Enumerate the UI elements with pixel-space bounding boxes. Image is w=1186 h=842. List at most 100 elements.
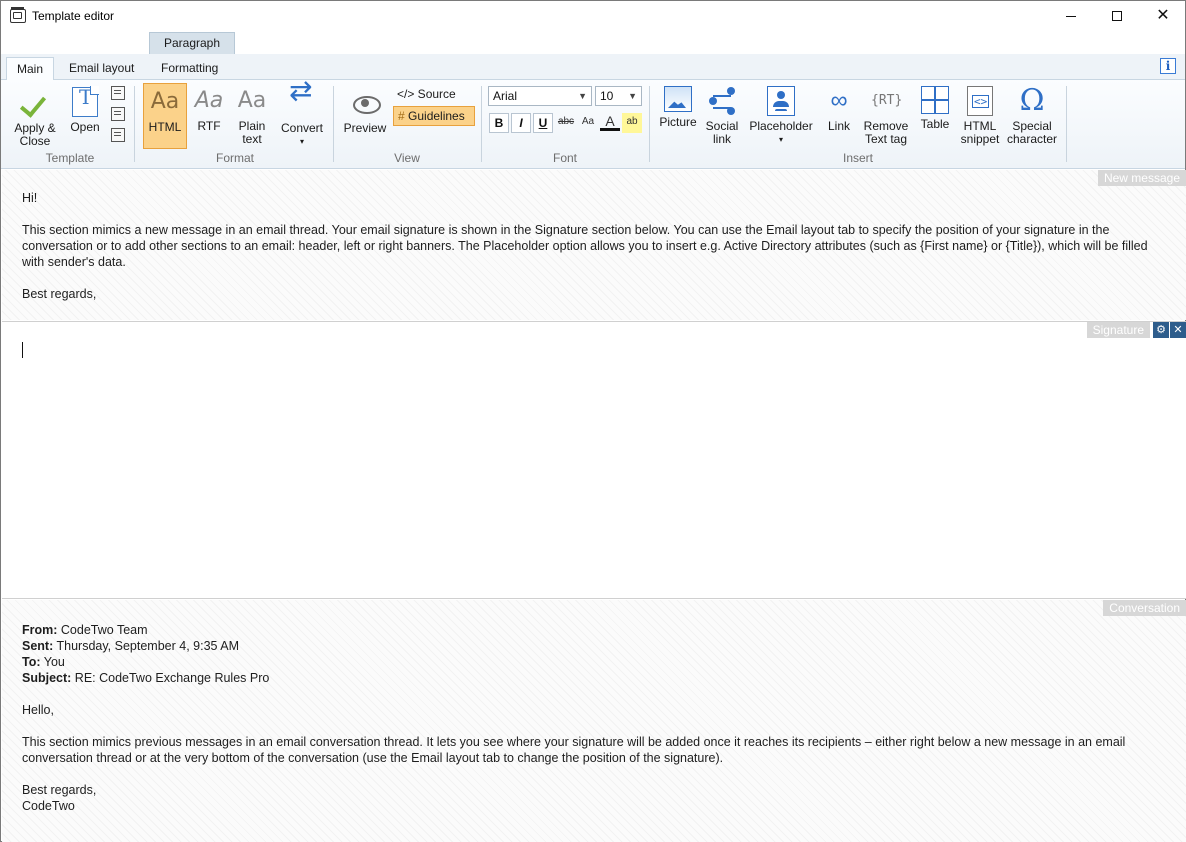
grid-icon: # <box>398 109 405 123</box>
new-message-section[interactable]: New message Hi! This section mimics a ne… <box>2 170 1186 320</box>
html-snippet-icon: <> <box>967 86 993 116</box>
export-template-icon[interactable] <box>111 128 125 142</box>
remove-label-2: Text tag <box>864 132 908 146</box>
tab-formatting[interactable]: Formatting <box>151 57 228 80</box>
preview-button[interactable]: Preview <box>341 88 389 135</box>
conversation-sent: Thursday, September 4, 9:35 AM <box>56 639 240 653</box>
context-tab-paragraph[interactable]: Paragraph <box>149 32 235 54</box>
preview-label: Preview <box>343 121 387 135</box>
convert-arrows-icon <box>287 84 317 118</box>
rtf-label: RTF <box>197 119 221 133</box>
maximize-button[interactable] <box>1094 1 1140 31</box>
group-divider <box>649 86 650 162</box>
tab-main[interactable]: Main <box>6 57 55 81</box>
font-color-button[interactable]: A <box>600 113 620 131</box>
info-icon[interactable]: i <box>1160 58 1176 74</box>
conversation-sent-line: Sent: Thursday, September 4, 9:35 AM <box>22 639 240 653</box>
table-label: Table <box>920 117 950 131</box>
special-label-2: character <box>1006 132 1058 146</box>
highlight-button[interactable]: ab <box>622 113 642 133</box>
minimize-button[interactable] <box>1048 1 1094 31</box>
insert-html-snippet-button[interactable]: <> HTML snippet <box>957 86 1003 146</box>
conversation-to-line: To: You <box>22 655 65 669</box>
underline-button[interactable]: U <box>533 113 553 133</box>
new-message-content: Hi! This section mimics a new message in… <box>22 190 1162 302</box>
social-label-2: link <box>712 132 731 146</box>
section-label-signature: Signature <box>1086 322 1150 338</box>
signature-section[interactable]: Signature ⚙ ✕ <box>2 321 1186 599</box>
conversation-content: From: CodeTwo Team Sent: Thursday, Septe… <box>22 622 1162 814</box>
font-size-select[interactable]: 10 ▼ <box>595 86 642 106</box>
chevron-down-icon: ▼ <box>578 91 587 101</box>
picture-label: Picture <box>659 115 697 129</box>
minimize-icon <box>1066 15 1076 17</box>
signature-settings-gear-icon[interactable]: ⚙ <box>1153 322 1169 338</box>
share-icon <box>707 86 737 116</box>
insert-social-link-button[interactable]: Social link <box>703 86 741 146</box>
font-family-select[interactable]: Arial ▼ <box>488 86 592 106</box>
save-template-icon[interactable] <box>111 86 125 100</box>
strikethrough-button[interactable]: abc <box>556 113 576 133</box>
font-size-value: 10 <box>600 89 614 103</box>
format-plain-text-button[interactable]: Aa Plain text <box>233 86 271 146</box>
window-title: Template editor <box>32 9 115 23</box>
format-html-button[interactable]: Aa HTML <box>143 83 187 149</box>
insert-special-character-button[interactable]: Ω Special character <box>1006 86 1058 146</box>
insert-picture-button[interactable]: Picture <box>657 86 699 129</box>
conversation-subject: RE: CodeTwo Exchange Rules Pro <box>74 671 270 685</box>
html-format-icon: Aa <box>150 89 180 114</box>
snippet-label-2: snippet <box>960 132 1000 146</box>
tab-email-layout[interactable]: Email layout <box>59 57 144 80</box>
conversation-closing: Best regards, <box>22 783 97 797</box>
conversation-subject-line: Subject: RE: CodeTwo Exchange Rules Pro <box>22 671 270 685</box>
convert-button[interactable]: Convert ▾ <box>277 84 327 148</box>
conversation-from-line: From: CodeTwo Team <box>22 623 148 637</box>
ribbon-tabstrip: Main Email layout Formatting i <box>1 54 1185 81</box>
eye-icon <box>350 88 381 118</box>
open-button[interactable]: T Open <box>67 86 103 134</box>
new-message-greeting: Hi! <box>22 191 38 205</box>
open-label: Open <box>70 120 100 134</box>
group-divider <box>134 86 135 162</box>
guidelines-button[interactable]: # Guidelines <box>393 106 475 126</box>
chevron-down-icon: ▼ <box>628 91 637 101</box>
import-template-icon[interactable] <box>111 107 125 121</box>
source-button[interactable]: </> Source <box>393 85 460 105</box>
bold-button[interactable]: B <box>489 113 509 133</box>
insert-placeholder-button[interactable]: Placeholder ▾ <box>747 86 815 146</box>
italic-button[interactable]: I <box>511 113 531 133</box>
placeholder-dropdown-icon: ▾ <box>778 135 783 144</box>
conversation-body: This section mimics previous messages in… <box>22 735 1126 765</box>
remove-text-tag-button[interactable]: {RT} Remove Text tag <box>861 86 911 146</box>
format-rtf-button[interactable]: Aa RTF <box>191 86 227 133</box>
open-template-icon: T <box>72 86 99 117</box>
template-editor-window: Template editor ✕ Paragraph Main Email l… <box>0 0 1186 842</box>
insert-link-button[interactable]: ∞ Link <box>821 86 857 133</box>
new-message-closing: Best regards, <box>22 287 97 301</box>
remove-text-tag-icon: {RT} <box>871 93 903 108</box>
group-divider <box>1066 86 1067 162</box>
app-icon <box>10 7 26 23</box>
conversation-section[interactable]: Conversation From: CodeTwo Team Sent: Th… <box>2 600 1186 842</box>
apply-close-label-2: Close <box>19 134 51 148</box>
section-label-conversation: Conversation <box>1103 600 1186 616</box>
signature-toolbar: Signature ⚙ ✕ <box>1086 322 1186 338</box>
plain-label-2: text <box>242 132 262 146</box>
change-case-button[interactable]: Aa <box>578 113 598 133</box>
conversation-greeting: Hello, <box>22 703 54 717</box>
picture-icon <box>664 86 692 112</box>
placeholder-user-icon <box>767 86 795 116</box>
text-cursor <box>22 342 23 358</box>
plain-text-format-icon: Aa <box>237 88 267 113</box>
group-label-view: View <box>394 151 420 165</box>
group-label-insert: Insert <box>842 151 873 165</box>
link-icon: ∞ <box>830 87 848 114</box>
close-button[interactable]: ✕ <box>1140 1 1186 31</box>
insert-table-button[interactable]: Table <box>917 86 953 131</box>
maximize-icon <box>1112 11 1122 21</box>
html-label: HTML <box>148 120 182 134</box>
rtf-format-icon: Aa <box>194 88 224 113</box>
close-icon: ✕ <box>1156 7 1170 24</box>
apply-close-button[interactable]: Apply & Close <box>11 88 59 148</box>
signature-remove-close-icon[interactable]: ✕ <box>1170 322 1186 338</box>
